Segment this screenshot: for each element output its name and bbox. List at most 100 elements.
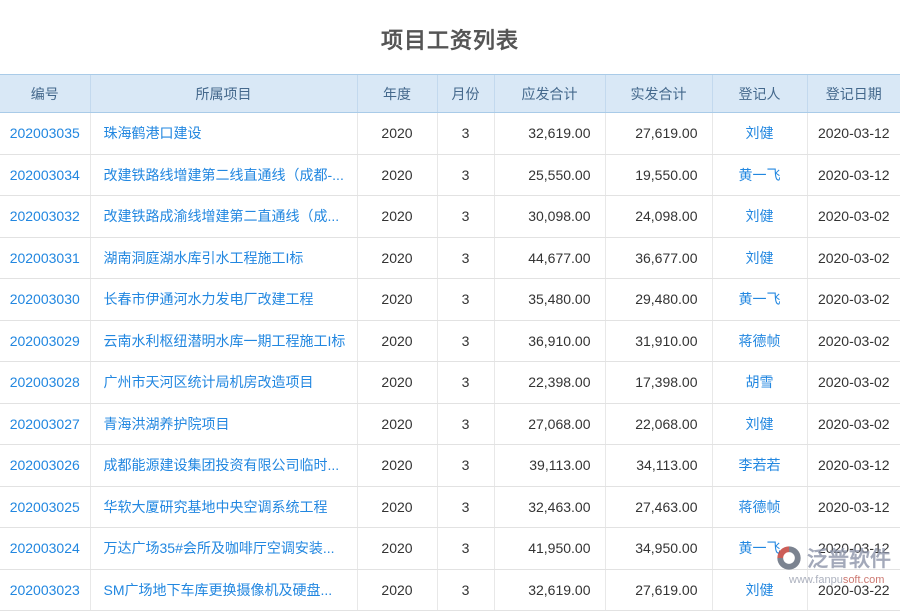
cell-payable: 44,677.00	[494, 237, 605, 279]
cell-date: 2020-03-02	[807, 237, 900, 279]
cell-payable: 32,463.00	[494, 486, 605, 528]
column-header-year: 年度	[357, 75, 437, 113]
cell-project[interactable]: SM广场地下车库更换摄像机及硬盘...	[90, 569, 357, 611]
cell-year: 2020	[357, 113, 437, 155]
cell-month: 3	[437, 279, 494, 321]
cell-paid: 34,950.00	[605, 528, 712, 570]
cell-month: 3	[437, 528, 494, 570]
cell-payable: 30,098.00	[494, 196, 605, 238]
cell-year: 2020	[357, 486, 437, 528]
cell-month: 3	[437, 403, 494, 445]
cell-registrant[interactable]: 刘健	[712, 403, 807, 445]
cell-payable: 35,480.00	[494, 279, 605, 321]
cell-registrant[interactable]: 刘健	[712, 569, 807, 611]
cell-payable: 22,398.00	[494, 362, 605, 404]
column-header-payable: 应发合计	[494, 75, 605, 113]
cell-registrant[interactable]: 刘健	[712, 196, 807, 238]
cell-month: 3	[437, 362, 494, 404]
column-header-date: 登记日期	[807, 75, 900, 113]
column-header-project: 所属项目	[90, 75, 357, 113]
cell-id[interactable]: 202003023	[0, 569, 90, 611]
cell-id[interactable]: 202003031	[0, 237, 90, 279]
cell-payable: 27,068.00	[494, 403, 605, 445]
cell-date: 2020-03-02	[807, 196, 900, 238]
cell-month: 3	[437, 237, 494, 279]
cell-project[interactable]: 万达广场35#会所及咖啡厅空调安装...	[90, 528, 357, 570]
cell-id[interactable]: 202003025	[0, 486, 90, 528]
cell-year: 2020	[357, 279, 437, 321]
cell-registrant[interactable]: 刘健	[712, 237, 807, 279]
cell-project[interactable]: 华软大厦研究基地中央空调系统工程	[90, 486, 357, 528]
cell-registrant[interactable]: 黄一飞	[712, 154, 807, 196]
cell-month: 3	[437, 154, 494, 196]
cell-project[interactable]: 湖南洞庭湖水库引水工程施工I标	[90, 237, 357, 279]
cell-date: 2020-03-12	[807, 445, 900, 487]
cell-project[interactable]: 广州市天河区统计局机房改造项目	[90, 362, 357, 404]
cell-id[interactable]: 202003026	[0, 445, 90, 487]
cell-date: 2020-03-12	[807, 528, 900, 570]
table-row: 202003027青海洪湖养护院项目2020327,068.0022,068.0…	[0, 403, 900, 445]
cell-month: 3	[437, 445, 494, 487]
table-row: 202003031湖南洞庭湖水库引水工程施工I标2020344,677.0036…	[0, 237, 900, 279]
cell-project[interactable]: 青海洪湖养护院项目	[90, 403, 357, 445]
cell-year: 2020	[357, 154, 437, 196]
cell-id[interactable]: 202003030	[0, 279, 90, 321]
cell-id[interactable]: 202003027	[0, 403, 90, 445]
cell-id[interactable]: 202003024	[0, 528, 90, 570]
cell-year: 2020	[357, 403, 437, 445]
table-row: 202003029云南水利枢纽潜明水库一期工程施工I标2020336,910.0…	[0, 320, 900, 362]
cell-project[interactable]: 改建铁路线增建第二线直通线（成都-...	[90, 154, 357, 196]
cell-date: 2020-03-02	[807, 320, 900, 362]
cell-payable: 32,619.00	[494, 569, 605, 611]
cell-registrant[interactable]: 黄一飞	[712, 528, 807, 570]
cell-year: 2020	[357, 362, 437, 404]
cell-id[interactable]: 202003032	[0, 196, 90, 238]
table-row: 202003025华软大厦研究基地中央空调系统工程2020332,463.00 2…	[0, 486, 900, 528]
cell-month: 3	[437, 113, 494, 155]
cell-id[interactable]: 202003029	[0, 320, 90, 362]
column-header-paid: 实发合计	[605, 75, 712, 113]
cell-date: 2020-03-12	[807, 154, 900, 196]
cell-paid: 27,619.00	[605, 113, 712, 155]
cell-payable: 32,619.00	[494, 113, 605, 155]
cell-year: 2020	[357, 320, 437, 362]
cell-id[interactable]: 202003035	[0, 113, 90, 155]
cell-paid: 27,619.00	[605, 569, 712, 611]
table-row: 202003030长春市伊通河水力发电厂改建工程2020335,480.0029…	[0, 279, 900, 321]
table-row: 202003034改建铁路线增建第二线直通线（成都-...2020325,550…	[0, 154, 900, 196]
cell-paid: 17,398.00	[605, 362, 712, 404]
cell-id[interactable]: 202003028	[0, 362, 90, 404]
cell-month: 3	[437, 486, 494, 528]
column-header-id: 编号	[0, 75, 90, 113]
cell-project[interactable]: 云南水利枢纽潜明水库一期工程施工I标	[90, 320, 357, 362]
table-row: 202003026成都能源建设集团投资有限公司临时...2020339,113.…	[0, 445, 900, 487]
cell-year: 2020	[357, 237, 437, 279]
cell-year: 2020	[357, 569, 437, 611]
cell-registrant[interactable]: 蒋德帧	[712, 486, 807, 528]
cell-paid: 19,550.00	[605, 154, 712, 196]
cell-paid: 24,098.00	[605, 196, 712, 238]
cell-project[interactable]: 长春市伊通河水力发电厂改建工程	[90, 279, 357, 321]
cell-month: 3	[437, 196, 494, 238]
cell-payable: 36,910.00	[494, 320, 605, 362]
table-body: 202003035珠海鹤港口建设2020332,619.0027,619.00刘…	[0, 113, 900, 611]
column-header-registrant: 登记人	[712, 75, 807, 113]
cell-registrant[interactable]: 李若若	[712, 445, 807, 487]
cell-registrant[interactable]: 胡雪	[712, 362, 807, 404]
cell-id[interactable]: 202003034	[0, 154, 90, 196]
cell-paid: 31,910.00	[605, 320, 712, 362]
cell-paid: 29,480.00	[605, 279, 712, 321]
cell-registrant[interactable]: 蒋德帧	[712, 320, 807, 362]
cell-date: 2020-03-12	[807, 486, 900, 528]
cell-registrant[interactable]: 黄一飞	[712, 279, 807, 321]
cell-project[interactable]: 珠海鹤港口建设	[90, 113, 357, 155]
cell-payable: 25,550.00	[494, 154, 605, 196]
table-row: 202003023SM广场地下车库更换摄像机及硬盘...2020332,619.…	[0, 569, 900, 611]
cell-date: 2020-03-02	[807, 279, 900, 321]
cell-project[interactable]: 成都能源建设集团投资有限公司临时...	[90, 445, 357, 487]
cell-registrant[interactable]: 刘健	[712, 113, 807, 155]
cell-month: 3	[437, 569, 494, 611]
cell-date: 2020-03-12	[807, 113, 900, 155]
cell-project[interactable]: 改建铁路成渝线增建第二直通线（成...	[90, 196, 357, 238]
cell-paid: 22,068.00	[605, 403, 712, 445]
